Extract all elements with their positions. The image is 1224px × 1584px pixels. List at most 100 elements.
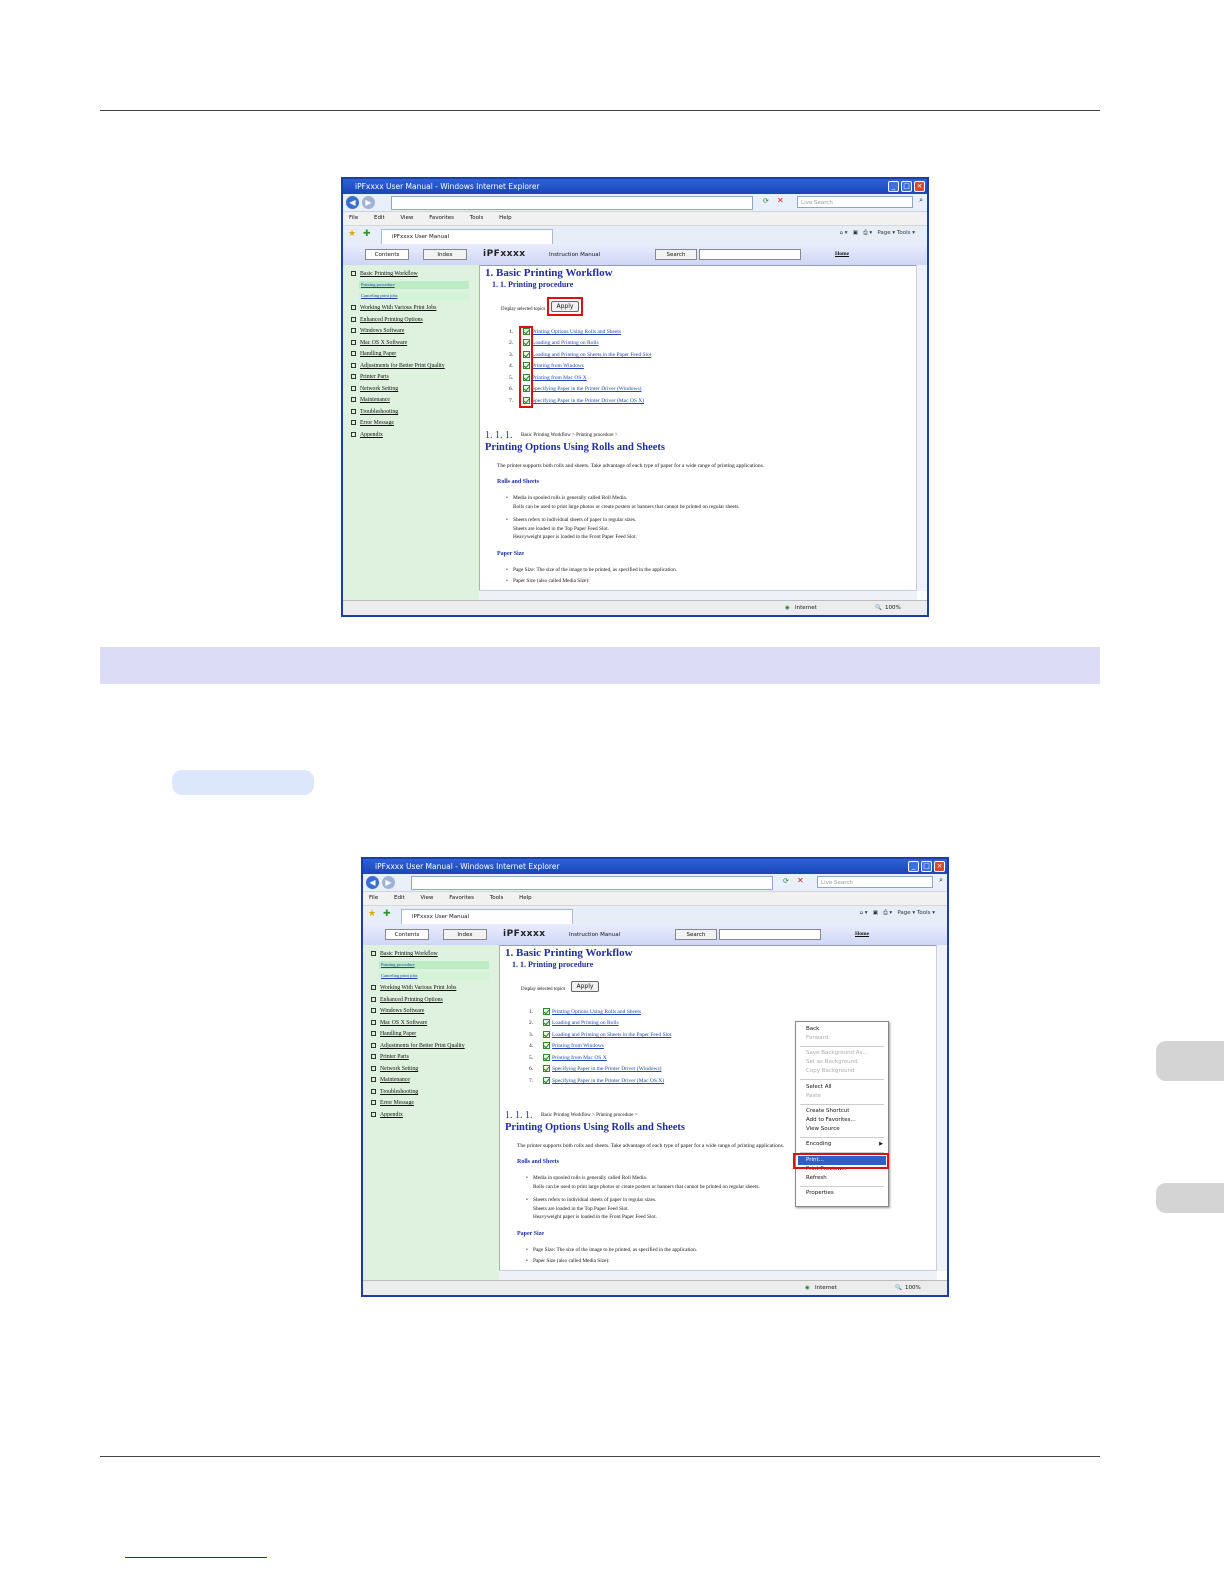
- sidebar-item[interactable]: Printer Parts: [371, 1054, 409, 1060]
- close-button[interactable]: ×: [934, 861, 945, 872]
- menu-item-add-favorites[interactable]: Add to Favorites...: [806, 1117, 856, 1123]
- apply-button[interactable]: Apply: [571, 981, 599, 992]
- add-favorite-icon[interactable]: ✚: [363, 229, 371, 239]
- live-search-input[interactable]: Live Search: [797, 196, 913, 208]
- topic-item[interactable]: 3. Loading and Printing on Sheets in the …: [529, 1031, 671, 1038]
- page-tools-menu[interactable]: Page ▾ Tools ▾: [877, 230, 915, 236]
- refresh-icon[interactable]: ⟳: [783, 877, 789, 885]
- sidebar-item[interactable]: Enhanced Printing Options: [371, 997, 443, 1003]
- back-arrow-icon[interactable]: ◀: [366, 876, 379, 889]
- search-icon[interactable]: ⌕: [939, 876, 943, 885]
- minimize-button[interactable]: _: [888, 181, 899, 192]
- sidebar-item[interactable]: Working With Various Print Jobs: [351, 305, 436, 311]
- sidebar-item[interactable]: Handling Paper: [351, 351, 396, 357]
- sidebar-item[interactable]: Basic Printing Workflow: [371, 951, 438, 957]
- sidebar-item[interactable]: Appendix: [351, 432, 383, 438]
- refresh-icon[interactable]: ⟳: [763, 197, 769, 205]
- sidebar-item[interactable]: Network Setting: [371, 1066, 418, 1072]
- menu-item-view-source[interactable]: View Source: [806, 1126, 840, 1132]
- menu-item-create-shortcut[interactable]: Create Shortcut: [806, 1108, 849, 1114]
- forward-arrow-icon[interactable]: ▶: [382, 876, 395, 889]
- stop-icon[interactable]: ✕: [797, 876, 804, 885]
- tab-index[interactable]: Index: [443, 929, 487, 940]
- sidebar-item[interactable]: Error Message: [351, 420, 394, 426]
- menu-edit[interactable]: Edit: [374, 215, 385, 221]
- search-button[interactable]: Search: [655, 249, 697, 260]
- vertical-scrollbar[interactable]: [916, 265, 927, 591]
- menu-item-paste[interactable]: Paste: [806, 1093, 821, 1099]
- menu-file[interactable]: File: [369, 895, 378, 901]
- menu-file[interactable]: File: [349, 215, 358, 221]
- help-search-input[interactable]: [719, 929, 821, 940]
- sidebar-item[interactable]: Appendix: [371, 1112, 403, 1118]
- zoom-icon[interactable]: 🔍: [875, 601, 882, 615]
- browser-tab[interactable]: iPFxxxx User Manual: [381, 229, 553, 244]
- search-icon[interactable]: ⌕: [919, 196, 923, 205]
- sidebar-item[interactable]: Working With Various Print Jobs: [371, 985, 456, 991]
- sidebar-item[interactable]: Troubleshooting: [351, 409, 398, 415]
- page-tools-menu[interactable]: Page ▾ Tools ▾: [897, 910, 935, 916]
- sidebar-item[interactable]: Handling Paper: [371, 1031, 416, 1037]
- menu-view[interactable]: View: [400, 215, 413, 221]
- sidebar-subitem-printing-procedure[interactable]: Printing procedure: [379, 961, 489, 969]
- menu-item-save-background[interactable]: Save Background As...: [806, 1050, 868, 1056]
- sidebar-item[interactable]: Mac OS X Software: [371, 1020, 427, 1026]
- tab-index[interactable]: Index: [423, 249, 467, 260]
- search-button[interactable]: Search: [675, 929, 717, 940]
- sidebar-item[interactable]: Maintenance: [371, 1077, 410, 1083]
- menu-help[interactable]: Help: [499, 215, 512, 221]
- sidebar-item[interactable]: Windows Software: [371, 1008, 424, 1014]
- sidebar-item[interactable]: Enhanced Printing Options: [351, 317, 423, 323]
- home-link[interactable]: Home: [855, 931, 869, 937]
- zoom-level[interactable]: 100%: [885, 601, 901, 615]
- maximize-button[interactable]: □: [921, 861, 932, 872]
- menu-view[interactable]: View: [420, 895, 433, 901]
- url-input[interactable]: [391, 196, 753, 210]
- menu-favorites[interactable]: Favorites: [429, 215, 454, 221]
- topic-item[interactable]: 1. Printing Options Using Rolls and Sheet…: [529, 1008, 641, 1015]
- favorites-star-icon[interactable]: ★: [348, 229, 356, 239]
- menu-tools[interactable]: Tools: [470, 215, 484, 221]
- topic-item[interactable]: 7. Specifying Paper in the Printer Driver…: [529, 1077, 664, 1084]
- add-favorite-icon[interactable]: ✚: [383, 909, 391, 919]
- home-link[interactable]: Home: [835, 251, 849, 257]
- sidebar-item[interactable]: Network Setting: [351, 386, 398, 392]
- footer-link-underline[interactable]: [125, 1557, 267, 1558]
- sidebar-item[interactable]: Error Message: [371, 1100, 414, 1106]
- close-button[interactable]: ×: [914, 181, 925, 192]
- maximize-button[interactable]: □: [901, 181, 912, 192]
- sidebar-item[interactable]: Printer Parts: [351, 374, 389, 380]
- forward-arrow-icon[interactable]: ▶: [362, 196, 375, 209]
- vertical-scrollbar[interactable]: [936, 945, 947, 1271]
- sidebar-subitem-canceling[interactable]: Canceling print jobs: [359, 292, 469, 300]
- menu-item-back[interactable]: Back: [806, 1026, 819, 1032]
- help-search-input[interactable]: [699, 249, 801, 260]
- topic-item[interactable]: 2. Loading and Printing on Rolls: [529, 1019, 619, 1026]
- tab-contents[interactable]: Contents: [365, 249, 409, 260]
- sidebar-item[interactable]: Adjustments for Better Print Quality: [371, 1043, 465, 1049]
- menu-item-forward[interactable]: Forward: [806, 1035, 828, 1041]
- tab-contents[interactable]: Contents: [385, 929, 429, 940]
- browser-tab[interactable]: iPFxxxx User Manual: [401, 909, 573, 924]
- topic-item[interactable]: 6. Specifying Paper in the Printer Driver…: [529, 1065, 661, 1072]
- stop-icon[interactable]: ✕: [777, 196, 784, 205]
- url-input[interactable]: [411, 876, 773, 890]
- menu-item-refresh[interactable]: Refresh: [806, 1175, 827, 1181]
- menu-help[interactable]: Help: [519, 895, 532, 901]
- sidebar-item[interactable]: Windows Software: [351, 328, 404, 334]
- menu-edit[interactable]: Edit: [394, 895, 405, 901]
- menu-item-copy-background[interactable]: Copy Background: [806, 1068, 855, 1074]
- menu-tools[interactable]: Tools: [490, 895, 504, 901]
- menu-item-encoding[interactable]: Encoding: [806, 1141, 831, 1147]
- sidebar-subitem-canceling[interactable]: Canceling print jobs: [379, 972, 489, 980]
- topic-item[interactable]: 5. Printing from Mac OS X: [529, 1054, 607, 1061]
- favorites-star-icon[interactable]: ★: [368, 909, 376, 919]
- zoom-icon[interactable]: 🔍: [895, 1281, 902, 1295]
- menu-favorites[interactable]: Favorites: [449, 895, 474, 901]
- menu-item-select-all[interactable]: Select All: [806, 1084, 832, 1090]
- sidebar-item[interactable]: Adjustments for Better Print Quality: [351, 363, 445, 369]
- sidebar-item[interactable]: Troubleshooting: [371, 1089, 418, 1095]
- sidebar-item[interactable]: Mac OS X Software: [351, 340, 407, 346]
- back-arrow-icon[interactable]: ◀: [346, 196, 359, 209]
- minimize-button[interactable]: _: [908, 861, 919, 872]
